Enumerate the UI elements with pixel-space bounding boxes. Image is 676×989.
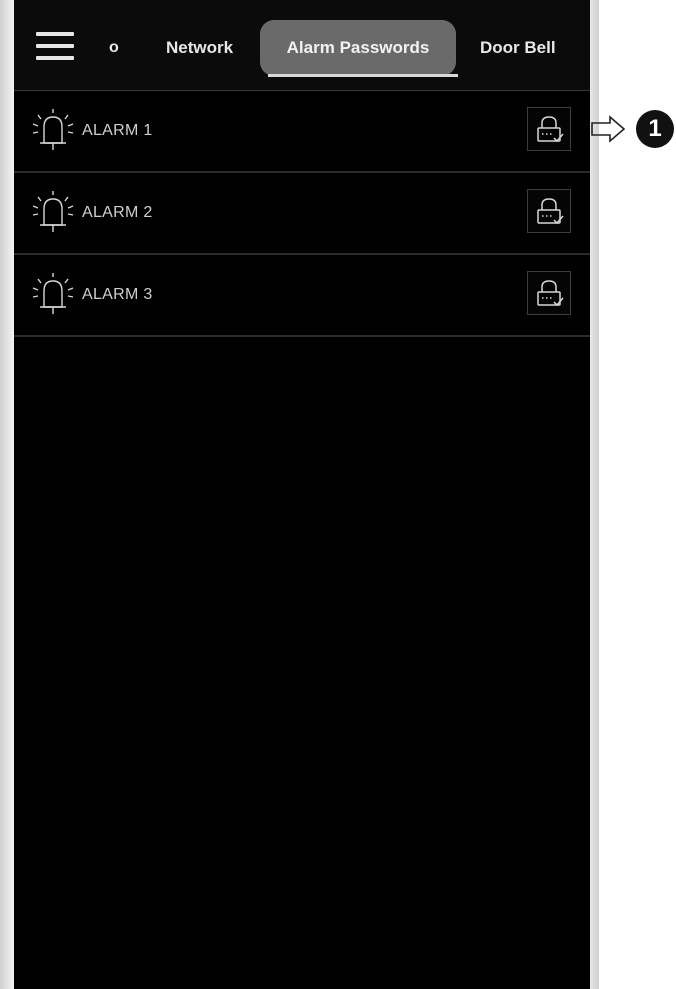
tab-alarm-passwords-label: Alarm Passwords (286, 38, 430, 57)
lock-check-icon (537, 280, 564, 307)
tab-network[interactable]: Network (166, 20, 233, 76)
tab-door-bell[interactable]: Door Bell (480, 20, 556, 76)
alarm-list: ALARM 1 ALARM 2 ALARM 3 (14, 91, 590, 337)
active-tab-indicator (268, 74, 458, 77)
alarm-label: ALARM 3 (82, 286, 153, 303)
alarm-bell-icon (32, 109, 74, 150)
alarm-bell-icon (32, 191, 74, 232)
outline-arrow-right-icon (591, 115, 626, 143)
top-tab-bar: o Network Alarm Passwords Door Bell (14, 0, 590, 91)
lock-check-button[interactable] (527, 189, 571, 233)
lock-check-button[interactable] (527, 107, 571, 151)
callout-number-badge: 1 (636, 110, 674, 148)
tab-o[interactable]: o (109, 20, 119, 76)
hamburger-menu-icon[interactable] (36, 32, 74, 60)
alarm-row-3[interactable]: ALARM 3 (14, 255, 590, 337)
alarm-label: ALARM 2 (82, 204, 153, 221)
alarm-row-2[interactable]: ALARM 2 (14, 173, 590, 255)
app-screen: o Network Alarm Passwords Door Bell ALAR… (14, 0, 590, 989)
alarm-row-1[interactable]: ALARM 1 (14, 91, 590, 173)
lock-check-icon (537, 116, 564, 143)
lock-check-button[interactable] (527, 271, 571, 315)
lock-check-icon (537, 198, 564, 225)
alarm-label: ALARM 1 (82, 122, 153, 139)
tab-alarm-passwords[interactable]: Alarm Passwords (260, 20, 458, 77)
alarm-bell-icon (32, 273, 74, 314)
